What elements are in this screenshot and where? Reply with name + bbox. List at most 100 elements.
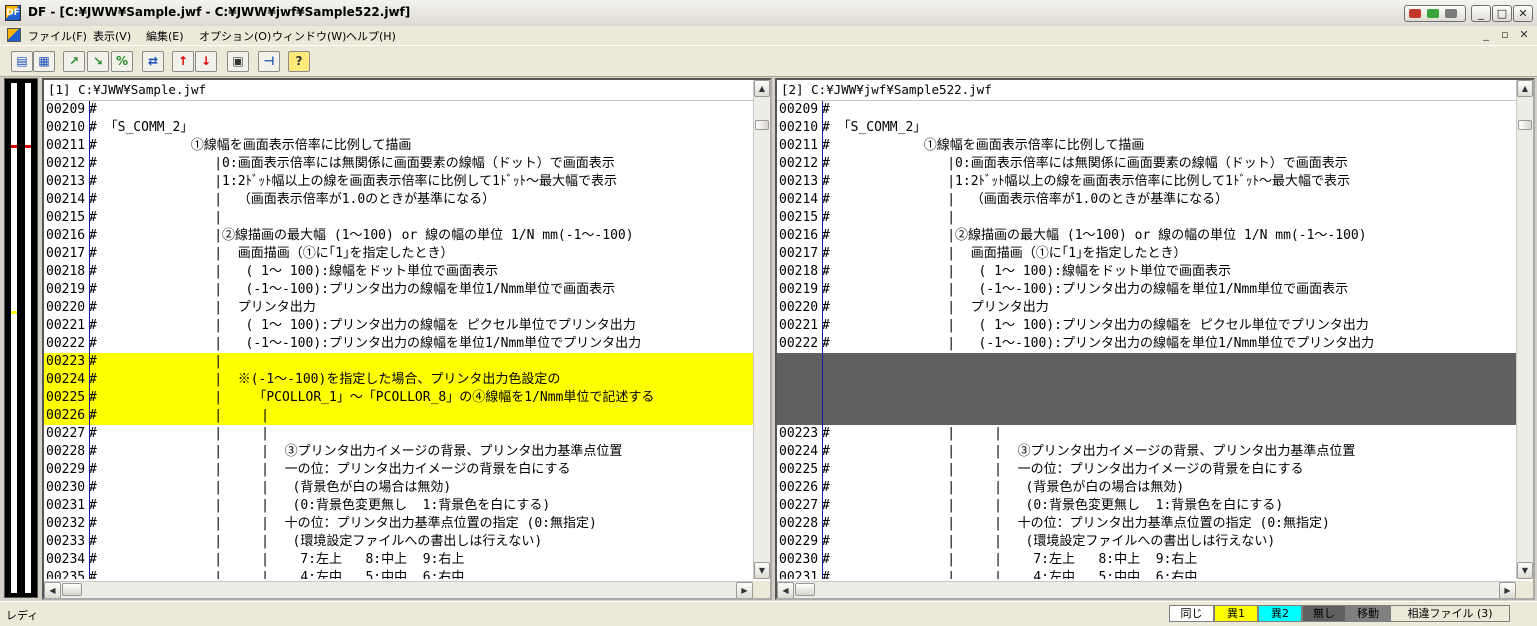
mdi-close-button[interactable]: ✕ [1516,28,1532,42]
scroll-right-button[interactable]: ▶ [736,582,753,598]
left-file-pane[interactable]: [1] C:¥JWW¥Sample.jwf 00209 #00210 # 「S_CO… [42,78,772,600]
diff-line[interactable]: 00215 # | [777,209,1516,227]
diff-line[interactable]: 00228 # | | ③プリンタ出力イメージの背景、プリンタ出力基準点位置 [44,443,753,461]
menu-options[interactable]: オプション(O) [199,28,271,44]
diff-line[interactable]: 00219 # | (-1～-100):プリンタ出力の線幅を単位1/Nmm単位で画… [44,281,753,299]
diff-line[interactable]: 00224 # | ※(-1～-100)を指定した場合、プリンタ出力色設定の [44,371,753,389]
diff-line[interactable]: 00229 # | | (環境設定ファイルへの書出しは行えない) [777,533,1516,551]
help-icon[interactable]: ? [288,51,310,72]
diff-line[interactable]: 00226 # | | [44,407,753,425]
diff-line[interactable]: 00230 # | | 7:左上 8:中上 9:右上 [777,551,1516,569]
missing-line-block[interactable] [777,371,1516,389]
close-button[interactable]: ✕ [1513,5,1533,22]
diff-line[interactable]: 00217 # | 画面描画（①に｢1｣を指定したとき） [44,245,753,263]
diff-line[interactable]: 00216 # |②線描画の最大幅 (1～100) or 線の幅の単位 1/N m… [777,227,1516,245]
diff-line[interactable]: 00226 # | | (背景色が白の場合は無効) [777,479,1516,497]
scroll-thumb[interactable] [1518,120,1532,130]
diff-line[interactable]: 00231 # | | 4:左中 5:中中 6:右中 [777,569,1516,579]
diff-line[interactable]: 00228 # | | 十の位：プリンタ出力基準点位置の指定 (0:無指定) [777,515,1516,533]
minimize-button[interactable]: _ [1471,5,1491,22]
diff-line[interactable]: 00215 # | [44,209,753,227]
diff-line[interactable]: 00218 # | ( 1～ 100):線幅をドット単位で画面表示 [44,263,753,281]
diff-line[interactable]: 00217 # | 画面描画（①に｢1｣を指定したとき） [777,245,1516,263]
diff-line[interactable]: 00234 # | | 7:左上 8:中上 9:右上 [44,551,753,569]
diff-line[interactable]: 00229 # | | 一の位：プリンタ出力イメージの背景を白にする [44,461,753,479]
menu-edit[interactable]: 編集(E) [146,28,184,44]
diff-line[interactable]: 00235 # | | 4:左中 5:中中 6:右中 [44,569,753,579]
diff-line[interactable]: 00210 # 「S_COMM_2」 [44,119,753,137]
merge-icon[interactable]: ⊣ [258,51,280,72]
diff-line[interactable]: 00213 # |1:2ﾄﾞｯﾄ幅以上の線を画面表示倍率に比例して1ﾄﾞｯﾄ～最大… [777,173,1516,191]
missing-line-block[interactable] [777,389,1516,407]
diff-line[interactable]: 00210 # 「S_COMM_2」 [777,119,1516,137]
diff-line[interactable]: 00212 # |0:画面表示倍率には無関係に画面要素の線幅（ドット）で画面表示 [777,155,1516,173]
menu-view[interactable]: 表示(V) [93,28,131,44]
diff-line[interactable]: 00209 # [777,101,1516,119]
diff-line[interactable]: 00230 # | | (背景色が白の場合は無効) [44,479,753,497]
scroll-up-button[interactable]: ▲ [1517,80,1533,97]
maximize-button[interactable]: □ [1492,5,1512,22]
diff-line[interactable]: 00222 # | (-1～-100):プリンタ出力の線幅を単位1/Nmm単位でプ… [777,335,1516,353]
next-diff-icon[interactable]: ↘ [87,51,109,72]
diff-line[interactable]: 00209 # [44,101,753,119]
title-bar[interactable]: DF DF - [C:¥JWW¥Sample.jwf - C:¥JWW¥jwf¥… [0,0,1537,27]
diff-line[interactable]: 00225 # | 「PCOLLOR_1」～「PCOLLOR_8」の④線幅を1/N… [44,389,753,407]
left-vertical-scrollbar[interactable]: ▲ ▼ [753,80,770,579]
diff-line[interactable]: 00231 # | | (0:背景色変更無し 1:背景色を白にする) [44,497,753,515]
diff-line[interactable]: 00216 # |②線描画の最大幅 (1～100) or 線の幅の単位 1/N m… [44,227,753,245]
save-icon[interactable]: ▦ [33,51,55,72]
open-icon[interactable]: ▤ [11,51,33,72]
diff-line[interactable]: 00219 # | (-1～-100):プリンタ出力の線幅を単位1/Nmm単位で画… [777,281,1516,299]
scroll-left-button[interactable]: ◀ [777,582,794,598]
missing-line-block[interactable] [777,407,1516,425]
scroll-down-button[interactable]: ▼ [754,562,770,579]
dropdown-icon[interactable] [1445,9,1457,18]
copy-left-icon[interactable]: ↑ [172,51,194,72]
diff-line[interactable]: 00212 # |0:画面表示倍率には無関係に画面要素の線幅（ドット）で画面表示 [44,155,753,173]
app-icon[interactable]: DF [5,5,21,21]
diff-overview-bar[interactable] [4,78,38,598]
diff-line[interactable]: 00221 # | ( 1～ 100):プリンタ出力の線幅を ピクセル単位でプリン… [777,317,1516,335]
mdi-restore-button[interactable]: ▫ [1497,28,1513,42]
record-icon[interactable] [1409,9,1421,18]
swap-icon[interactable]: ⇄ [142,51,164,72]
scroll-left-button[interactable]: ◀ [44,582,61,598]
missing-line-block[interactable] [777,353,1516,371]
diff-line[interactable]: 00211 # ①線幅を画面表示倍率に比例して描画 [44,137,753,155]
window-icon[interactable]: ▣ [227,51,249,72]
scroll-thumb[interactable] [795,583,815,596]
scroll-right-button[interactable]: ▶ [1499,582,1516,598]
prev-diff-icon[interactable]: ↗ [63,51,85,72]
diff-line[interactable]: 00224 # | | ③プリンタ出力イメージの背景、プリンタ出力基準点位置 [777,443,1516,461]
scroll-up-button[interactable]: ▲ [754,80,770,97]
menu-help[interactable]: ヘルプ(H) [346,28,396,44]
diff-line[interactable]: 00221 # | ( 1～ 100):プリンタ出力の線幅を ピクセル単位でプリン… [44,317,753,335]
diff-line[interactable]: 00227 # | | (0:背景色変更無し 1:背景色を白にする) [777,497,1516,515]
diff-line[interactable]: 00225 # | | 一の位：プリンタ出力イメージの背景を白にする [777,461,1516,479]
copy-right-icon[interactable]: ↓ [195,51,217,72]
diff-line[interactable]: 00213 # |1:2ﾄﾞｯﾄ幅以上の線を画面表示倍率に比例して1ﾄﾞｯﾄ～最大… [44,173,753,191]
diff-line[interactable]: 00227 # | | [44,425,753,443]
capture-icon[interactable] [1427,9,1439,18]
scroll-down-button[interactable]: ▼ [1517,562,1533,579]
diff-line[interactable]: 00211 # ①線幅を画面表示倍率に比例して描画 [777,137,1516,155]
scroll-thumb[interactable] [62,583,82,596]
left-horizontal-scrollbar[interactable]: ◀ ▶ [44,581,753,598]
right-file-pane[interactable]: [2] C:¥JWW¥jwf¥Sample522.jwf 00209 #00210… [775,78,1535,600]
diff-line[interactable]: 00220 # | プリンタ出力 [777,299,1516,317]
diff-line[interactable]: 00233 # | | (環境設定ファイルへの書出しは行えない) [44,533,753,551]
diff-line[interactable]: 00223 # | | [777,425,1516,443]
diff-line[interactable]: 00223 # | [44,353,753,371]
diff-line[interactable]: 00214 # | （画面表示倍率が1.0のときが基準になる） [44,191,753,209]
right-vertical-scrollbar[interactable]: ▲ ▼ [1516,80,1533,579]
diff-line[interactable]: 00222 # | (-1～-100):プリンタ出力の線幅を単位1/Nmm単位でプ… [44,335,753,353]
right-horizontal-scrollbar[interactable]: ◀ ▶ [777,581,1516,598]
title-tray-icons[interactable] [1404,5,1466,22]
document-icon[interactable] [7,28,21,42]
diff-line[interactable]: 00232 # | | 十の位：プリンタ出力基準点位置の指定 (0:無指定) [44,515,753,533]
mdi-minimize-button[interactable]: _ [1478,28,1494,42]
diff-line[interactable]: 00220 # | プリンタ出力 [44,299,753,317]
diff-line[interactable]: 00214 # | （画面表示倍率が1.0のときが基準になる） [777,191,1516,209]
menu-file[interactable]: ファイル(F) [28,28,87,44]
reload-icon[interactable]: % [111,51,133,72]
